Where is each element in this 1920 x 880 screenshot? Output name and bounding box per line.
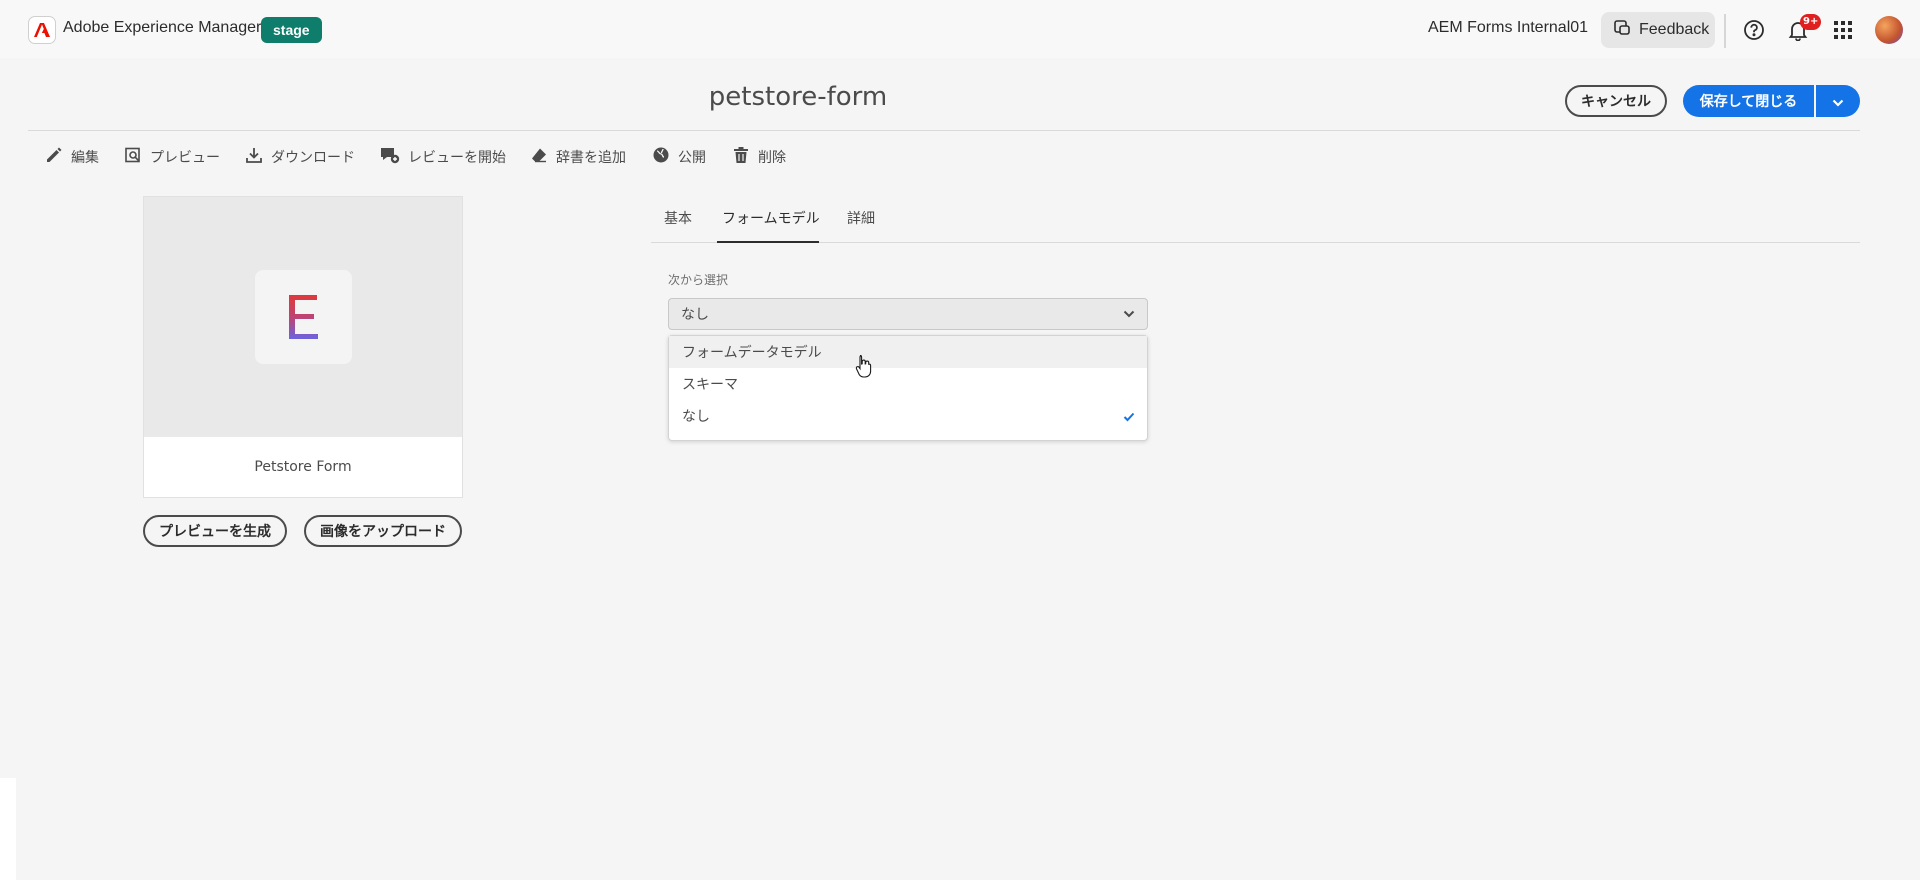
save-and-close-button[interactable]: 保存して閉じる <box>1683 85 1814 117</box>
form-thumbnail-tile <box>255 270 352 364</box>
save-options-button[interactable] <box>1816 85 1860 117</box>
chevron-down-icon <box>1832 92 1844 111</box>
feedback-icon <box>1613 19 1631 42</box>
action-edit-label: 編集 <box>71 150 99 166</box>
tab-basic[interactable]: 基本 <box>664 208 692 228</box>
feedback-label: Feedback <box>1639 21 1710 38</box>
generate-preview-button[interactable]: プレビューを生成 <box>143 515 287 547</box>
option-form-data-model[interactable]: フォームデータモデル <box>669 336 1147 368</box>
action-add-dictionary-label: 辞書を追加 <box>556 150 626 166</box>
tabs-divider <box>651 242 1860 243</box>
cancel-button[interactable]: キャンセル <box>1565 85 1667 117</box>
option-label: スキーマ <box>682 377 738 393</box>
adobe-logo-icon[interactable] <box>28 16 56 44</box>
form-card: Petstore Form <box>143 196 463 498</box>
action-download-label: ダウンロード <box>271 150 355 166</box>
app-name[interactable]: Adobe Experience Manager <box>63 19 261 37</box>
user-avatar[interactable] <box>1875 16 1903 44</box>
download-icon <box>245 146 263 168</box>
shell-bar: Adobe Experience Manager stage AEM Forms… <box>0 0 1920 58</box>
action-edit[interactable]: 編集 <box>45 143 99 171</box>
upload-image-button[interactable]: 画像をアップロード <box>304 515 462 547</box>
page-title: petstore-form <box>708 82 888 112</box>
checkmark-icon <box>1123 410 1135 426</box>
app-switcher-icon[interactable] <box>1830 17 1856 43</box>
active-tab-indicator <box>717 241 819 243</box>
chevron-down-icon <box>1123 306 1135 322</box>
notification-count-badge: 9+ <box>1800 14 1822 30</box>
select-from-label: 次から選択 <box>668 273 729 287</box>
globe-icon <box>652 146 670 168</box>
action-delete-label: 削除 <box>758 150 786 166</box>
tab-form-model[interactable]: フォームモデル <box>722 208 820 228</box>
title-divider <box>28 130 1860 131</box>
form-card-title: Petstore Form <box>254 459 352 475</box>
bottom-edge <box>0 778 16 880</box>
feedback-button[interactable]: Feedback <box>1601 12 1715 48</box>
action-publish-label: 公開 <box>678 150 706 166</box>
option-label: フォームデータモデル <box>682 345 822 361</box>
action-add-dictionary[interactable]: 辞書を追加 <box>530 143 626 171</box>
form-thumbnail <box>144 197 462 437</box>
action-start-review[interactable]: レビューを開始 <box>380 143 506 171</box>
form-model-options: フォームデータモデル スキーマ なし <box>668 335 1148 441</box>
org-switcher[interactable]: AEM Forms Internal01 <box>1428 19 1588 37</box>
action-download[interactable]: ダウンロード <box>245 143 355 171</box>
action-delete[interactable]: 削除 <box>732 143 786 171</box>
tab-advanced[interactable]: 詳細 <box>847 208 875 228</box>
hand-cursor-icon <box>855 354 873 382</box>
review-icon <box>380 146 400 168</box>
action-preview-label: プレビュー <box>150 150 220 166</box>
option-label: なし <box>682 409 710 425</box>
action-preview[interactable]: プレビュー <box>124 143 220 171</box>
adaptive-form-icon <box>288 295 318 339</box>
environment-badge: stage <box>261 17 322 43</box>
eraser-icon <box>530 146 548 168</box>
pencil-icon <box>45 146 63 168</box>
form-model-select-value: なし <box>681 307 709 323</box>
option-none[interactable]: なし <box>669 400 1147 432</box>
option-schema[interactable]: スキーマ <box>669 368 1147 400</box>
help-icon[interactable] <box>1741 17 1767 43</box>
shell-divider <box>1724 14 1726 48</box>
form-model-select[interactable]: なし <box>668 298 1148 330</box>
action-publish[interactable]: 公開 <box>652 143 706 171</box>
trash-icon <box>732 146 750 168</box>
action-start-review-label: レビューを開始 <box>408 150 506 166</box>
preview-icon <box>124 146 142 168</box>
